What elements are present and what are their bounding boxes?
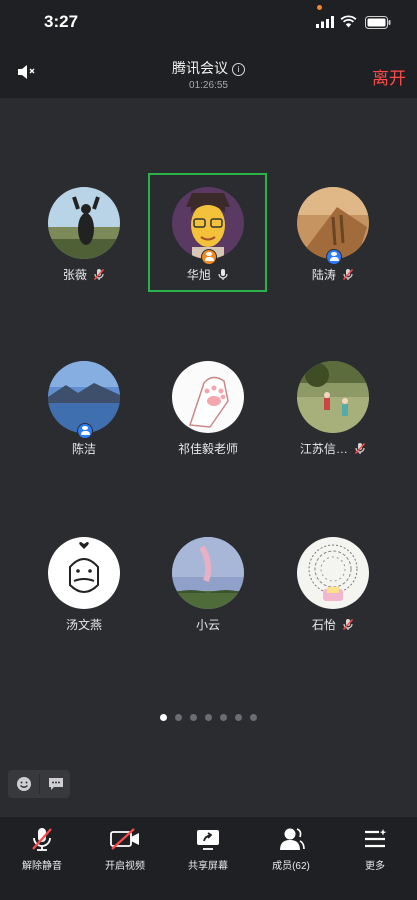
leave-button[interactable]: 离开 <box>372 64 406 89</box>
host-badge-icon <box>77 423 93 439</box>
members-label: 成员(62) <box>272 861 310 872</box>
status-bar: 3:27 <box>0 0 417 46</box>
participant-tile[interactable]: 祁佳毅老师 <box>148 361 268 457</box>
cellular-signal-icon <box>316 16 334 28</box>
status-time: 3:27 <box>44 12 79 31</box>
participant-tile[interactable]: 汤文燕 <box>24 537 144 633</box>
battery-icon <box>365 16 391 29</box>
divider <box>39 774 40 794</box>
participant-tile[interactable]: 小云 <box>148 537 268 633</box>
avatar <box>172 537 244 609</box>
avatar <box>297 187 369 265</box>
members-icon <box>280 828 305 850</box>
mic-muted-icon <box>355 442 366 455</box>
mic-active-icon <box>218 269 228 280</box>
meeting-title[interactable]: 腾讯会议 i <box>0 58 417 78</box>
participant-name: 陆涛 <box>311 268 336 282</box>
participant-tile[interactable]: 陆涛 <box>273 187 393 283</box>
chat-icon[interactable] <box>48 777 64 791</box>
participant-name: 小云 <box>195 618 220 632</box>
page-dot[interactable] <box>235 714 242 721</box>
share-screen-icon <box>197 830 219 850</box>
participant-tile[interactable]: 陈洁 <box>24 361 144 457</box>
cohost-badge-icon <box>201 249 217 265</box>
participant-tile[interactable]: 石怡 <box>273 537 393 633</box>
participant-tile[interactable]: 江苏信… <box>273 361 393 457</box>
participant-name: 江苏信… <box>299 442 348 456</box>
wifi-icon <box>340 15 357 28</box>
unmute-button[interactable]: 解除静音 <box>1 825 83 872</box>
page-dot[interactable] <box>250 714 257 721</box>
mic-muted-icon <box>343 618 354 631</box>
avatar <box>172 187 244 265</box>
participant-name: 张薇 <box>62 268 87 282</box>
page-dot[interactable] <box>175 714 182 721</box>
page-dot[interactable] <box>190 714 197 721</box>
unmute-label: 解除静音 <box>22 861 62 872</box>
meeting-header: 腾讯会议 i 01:26:55 离开 <box>0 46 417 98</box>
emoji-icon[interactable] <box>16 776 32 792</box>
more-button[interactable]: 更多 <box>334 825 416 872</box>
more-label: 更多 <box>365 861 385 872</box>
mic-muted-icon <box>94 268 105 281</box>
video-off-icon <box>110 828 139 850</box>
mic-muted-icon <box>343 268 354 281</box>
mic-off-icon <box>32 828 52 851</box>
mic-in-use-indicator <box>317 5 322 10</box>
members-button[interactable]: 成员(62) <box>250 825 332 872</box>
participant-name: 陈洁 <box>71 442 96 456</box>
share-screen-button[interactable]: 共享屏幕 <box>167 825 249 872</box>
participant-name: 祁佳毅老师 <box>177 442 238 456</box>
reaction-chat-bar <box>8 770 70 798</box>
page-dot[interactable] <box>205 714 212 721</box>
avatar <box>48 187 120 259</box>
meeting-duration: 01:26:55 <box>189 80 228 91</box>
avatar <box>297 361 369 433</box>
start-video-button[interactable]: 开启视频 <box>84 825 166 872</box>
participant-name: 汤文燕 <box>65 618 102 632</box>
avatar <box>297 537 369 609</box>
participant-name: 华旭 <box>186 268 211 282</box>
host-badge-icon <box>326 249 342 265</box>
bottom-toolbar: 解除静音 开启视频 共享屏幕 成员(62) 更多 <box>0 817 417 900</box>
avatar <box>172 361 244 433</box>
meeting-title-text: 腾讯会议 <box>172 60 228 76</box>
avatar <box>48 537 120 609</box>
page-dot-active[interactable] <box>160 714 167 721</box>
start-video-label: 开启视频 <box>105 861 145 872</box>
more-menu-icon <box>365 829 387 848</box>
page-indicator[interactable] <box>0 708 417 726</box>
participant-tile[interactable]: 张薇 <box>24 187 144 283</box>
participant-name: 石怡 <box>311 618 336 632</box>
page-dot[interactable] <box>220 714 227 721</box>
avatar <box>48 361 120 439</box>
info-icon[interactable]: i <box>232 63 245 76</box>
participant-tile[interactable]: 华旭 <box>148 187 268 283</box>
share-screen-label: 共享屏幕 <box>188 861 228 872</box>
